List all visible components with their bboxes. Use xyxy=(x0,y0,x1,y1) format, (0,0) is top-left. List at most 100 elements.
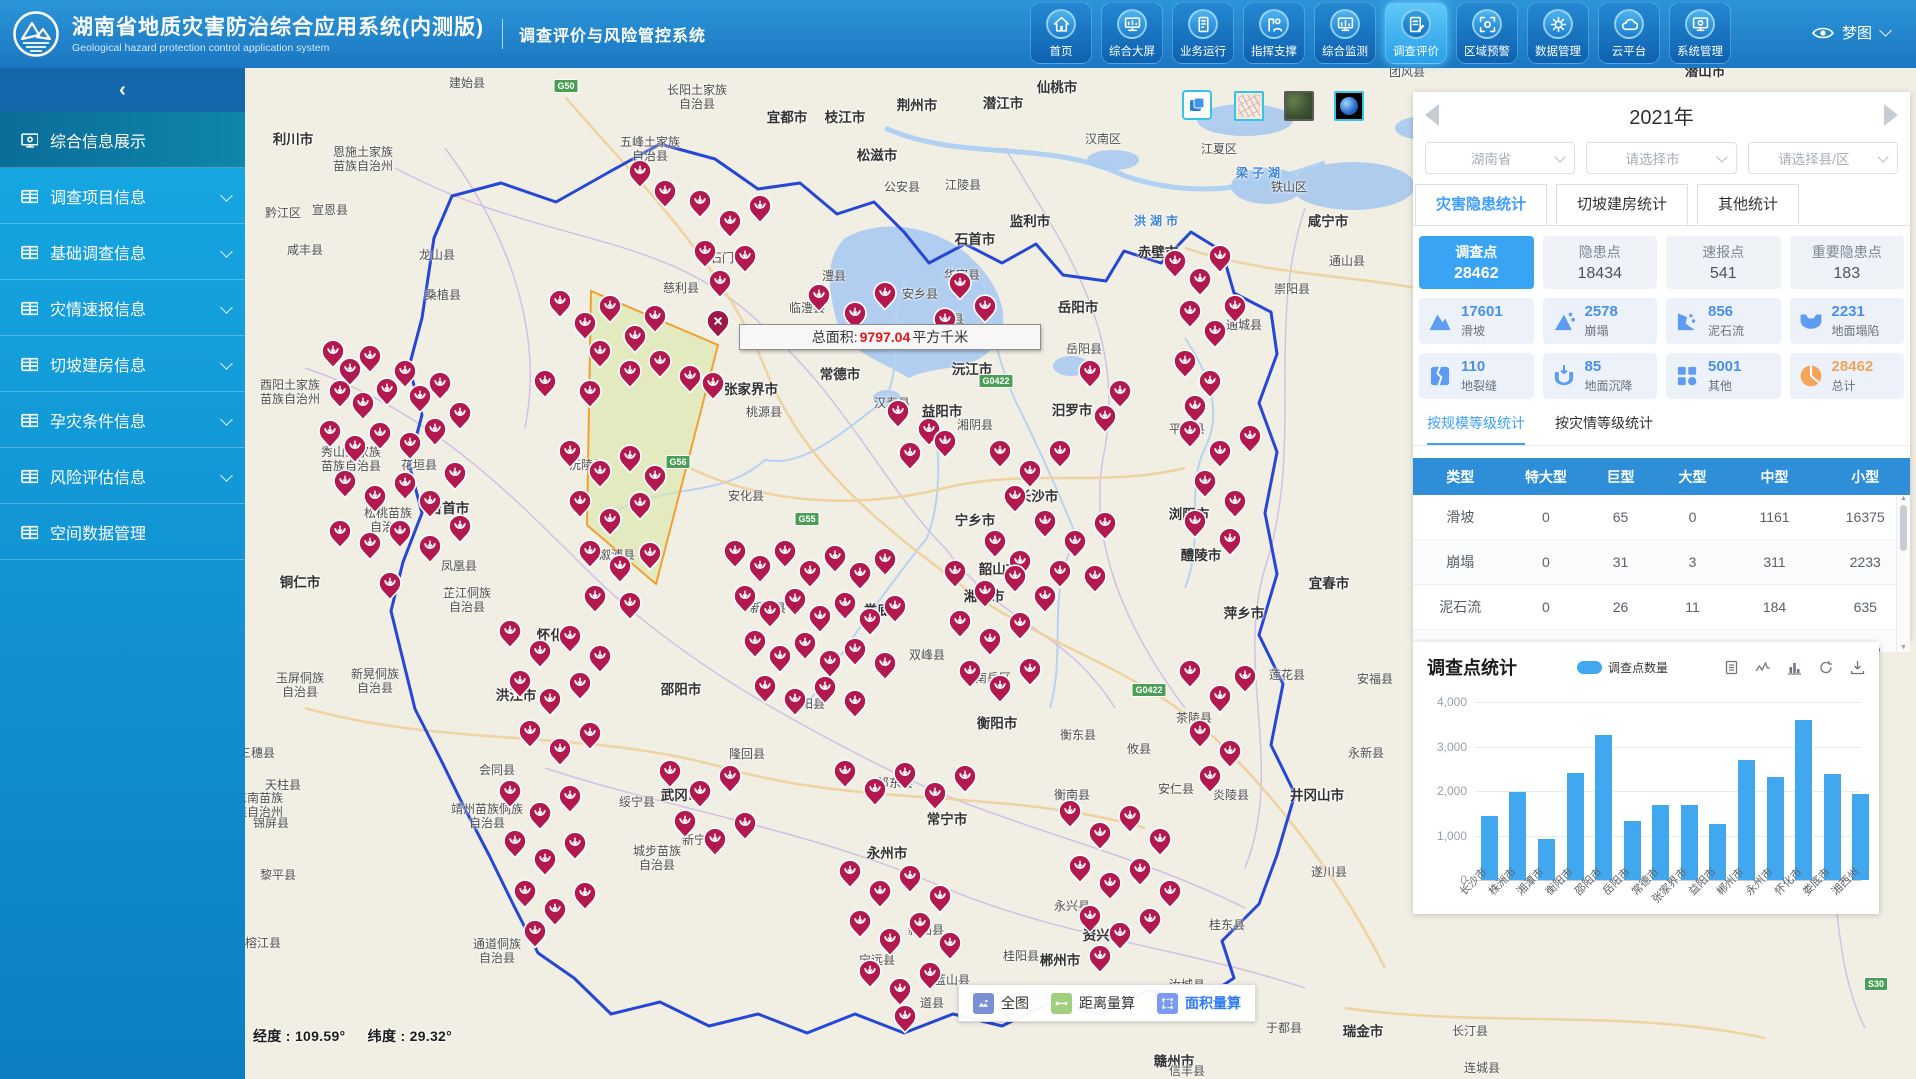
hazard-point-marker[interactable] xyxy=(1239,425,1261,452)
data-view-icon[interactable] xyxy=(1724,660,1739,675)
hazard-point-marker[interactable] xyxy=(399,432,421,459)
basemap-street-thumbnail[interactable] xyxy=(1234,91,1264,121)
hazard-point-marker[interactable] xyxy=(1224,295,1246,322)
hazard-point-marker[interactable] xyxy=(419,535,441,562)
summary-card-速报点[interactable]: 速报点 541 xyxy=(1666,236,1781,289)
hazard-point-marker[interactable] xyxy=(1184,395,1206,422)
hazard-point-marker[interactable] xyxy=(984,530,1006,557)
hazard-point-marker[interactable] xyxy=(644,465,666,492)
hazard-point-marker[interactable] xyxy=(749,555,771,582)
hazard-point-marker[interactable] xyxy=(859,960,881,987)
hazard-point-marker[interactable] xyxy=(1139,908,1161,935)
hazard-point-marker[interactable] xyxy=(809,605,831,632)
hazard-point-marker[interactable] xyxy=(1059,800,1081,827)
map-tool-fullmap[interactable]: 全图 xyxy=(973,993,1029,1014)
hazard-point-marker[interactable] xyxy=(839,860,861,887)
hazard-point-marker[interactable] xyxy=(1009,612,1031,639)
hazard-point-marker[interactable] xyxy=(344,435,366,462)
hazard-point-marker[interactable] xyxy=(909,912,931,939)
hazard-point-marker[interactable] xyxy=(899,865,921,892)
sidebar-item-8[interactable]: 空间数据管理 xyxy=(0,504,245,560)
scroll-thumb[interactable] xyxy=(1900,505,1907,551)
hazard-point-marker[interactable] xyxy=(674,810,696,837)
hazard-point-marker[interactable] xyxy=(539,688,561,715)
hazard-point-marker[interactable] xyxy=(1019,460,1041,487)
hazard-point-marker[interactable] xyxy=(629,492,651,519)
subtab-按规模等级统计[interactable]: 按规模等级统计 xyxy=(1427,413,1525,445)
hazard-point-marker[interactable] xyxy=(659,760,681,787)
hazard-point-marker[interactable] xyxy=(944,560,966,587)
hazard-point-marker[interactable] xyxy=(884,595,906,622)
hazard-point-marker[interactable] xyxy=(1179,300,1201,327)
bar-chart-icon[interactable] xyxy=(1787,660,1802,675)
hazard-point-marker[interactable] xyxy=(529,640,551,667)
hazard-point-marker[interactable] xyxy=(1109,922,1131,949)
summary-card-调查点[interactable]: 调查点 28462 xyxy=(1419,236,1534,289)
hazard-point-marker[interactable] xyxy=(808,284,830,311)
scroll-down-icon[interactable]: ▼ xyxy=(1900,644,1907,651)
nav-item-command[interactable]: 指挥支撑 xyxy=(1243,2,1305,64)
basemap-globe-thumbnail[interactable] xyxy=(1334,91,1364,121)
hazard-point-marker[interactable] xyxy=(864,778,886,805)
hazard-point-marker[interactable] xyxy=(989,675,1011,702)
download-icon[interactable] xyxy=(1850,660,1865,675)
hazard-point-marker[interactable] xyxy=(694,240,716,267)
sidebar-item-6[interactable]: 孕灾条件信息 xyxy=(0,392,245,448)
hazard-point-marker[interactable] xyxy=(579,380,601,407)
hazard-point-marker[interactable] xyxy=(589,340,611,367)
nav-item-system[interactable]: 系统管理 xyxy=(1669,2,1731,64)
hazard-point-marker[interactable] xyxy=(1034,585,1056,612)
nav-item-cloud[interactable]: 云平台 xyxy=(1598,2,1660,64)
hazard-point-marker[interactable] xyxy=(1064,530,1086,557)
hazard-point-marker[interactable] xyxy=(719,765,741,792)
hazard-point-marker[interactable] xyxy=(1109,380,1131,407)
hazard-point-marker[interactable] xyxy=(599,508,621,535)
hazard-point-marker[interactable] xyxy=(629,160,651,187)
nav-item-biz[interactable]: 业务运行 xyxy=(1172,2,1234,64)
hazard-point-marker[interactable] xyxy=(989,440,1011,467)
hazard-point-marker[interactable] xyxy=(1234,665,1256,692)
hazard-point-marker[interactable] xyxy=(654,180,676,207)
hazard-point-marker[interactable] xyxy=(379,572,401,599)
hazard-point-marker[interactable] xyxy=(724,540,746,567)
refresh-icon[interactable] xyxy=(1818,660,1834,675)
hazard-point-marker[interactable] xyxy=(849,910,871,937)
hazard-point-marker[interactable] xyxy=(939,932,961,959)
hazard-point-marker[interactable] xyxy=(734,585,756,612)
hazard-point-marker[interactable] xyxy=(1194,470,1216,497)
hazard-point-marker[interactable] xyxy=(1084,565,1106,592)
hazard-point-marker[interactable] xyxy=(844,690,866,717)
hazard-point-marker[interactable] xyxy=(549,290,571,317)
scroll-up-icon[interactable]: ▲ xyxy=(1900,495,1907,502)
hazard-point-marker[interactable] xyxy=(814,676,836,703)
sidebar-item-7[interactable]: 风险评估信息 xyxy=(0,448,245,504)
hazard-point-marker[interactable] xyxy=(794,632,816,659)
sidebar-item-4[interactable]: 灾情速报信息 xyxy=(0,280,245,336)
hazard-point-marker[interactable] xyxy=(359,345,381,372)
hazard-point-marker[interactable] xyxy=(749,195,771,222)
hazard-point-marker[interactable] xyxy=(1049,440,1071,467)
hazard-point-marker[interactable] xyxy=(679,365,701,392)
hazard-point-marker[interactable] xyxy=(834,592,856,619)
hazard-point-marker[interactable] xyxy=(579,540,601,567)
hazard-point-marker[interactable] xyxy=(559,625,581,652)
hazard-point-marker[interactable] xyxy=(609,555,631,582)
hazard-point-marker[interactable] xyxy=(529,802,551,829)
tab-切坡建房统计[interactable]: 切坡建房统计 xyxy=(1556,184,1688,225)
map-tool-distance[interactable]: 距离量算 xyxy=(1051,993,1135,1014)
summary-card-重要隐患点[interactable]: 重要隐患点 183 xyxy=(1790,236,1905,289)
hazard-point-marker[interactable] xyxy=(499,780,521,807)
hazard-point-marker[interactable] xyxy=(1199,370,1221,397)
hazard-point-marker[interactable] xyxy=(1209,685,1231,712)
hazard-point-marker[interactable] xyxy=(1159,880,1181,907)
hazard-point-marker[interactable] xyxy=(1199,765,1221,792)
nav-item-home[interactable]: 首页 xyxy=(1030,2,1092,64)
hazard-point-marker[interactable] xyxy=(1079,905,1101,932)
hazard-point-marker[interactable] xyxy=(887,400,909,427)
hazard-point-marker[interactable] xyxy=(949,272,971,299)
hazard-point-marker[interactable] xyxy=(1184,510,1206,537)
hazard-point-marker[interactable] xyxy=(1129,858,1151,885)
hazard-point-marker[interactable] xyxy=(524,920,546,947)
layers-button[interactable] xyxy=(1182,90,1212,120)
hazard-point-marker[interactable] xyxy=(819,650,841,677)
